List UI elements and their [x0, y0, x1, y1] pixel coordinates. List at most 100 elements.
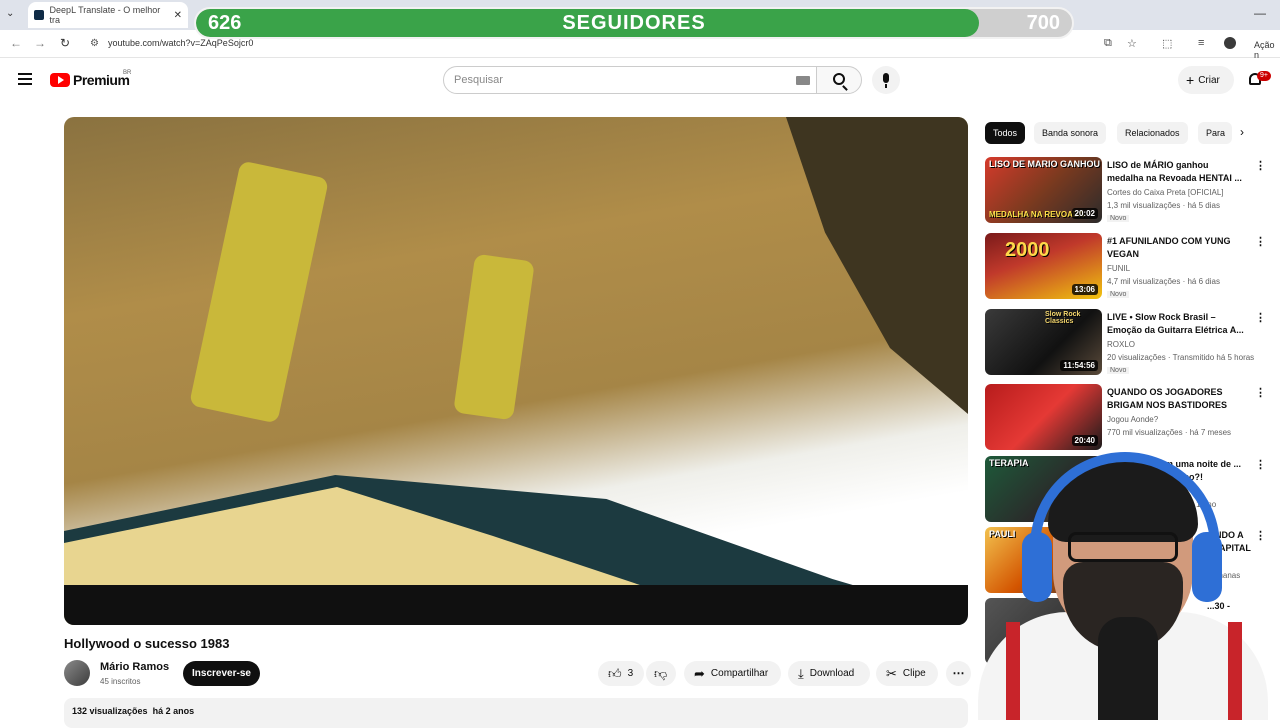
webcam-shirt-stripe: [1006, 622, 1020, 720]
video-frame-leg: [188, 160, 330, 424]
more-options-icon[interactable]: ⋮: [1255, 235, 1266, 248]
more-options-icon[interactable]: ⋮: [1255, 159, 1266, 172]
more-options-icon[interactable]: ⋮: [1255, 311, 1266, 324]
video-player[interactable]: [64, 117, 968, 625]
menu-icon[interactable]: [18, 73, 32, 85]
youtube-play-icon: [50, 73, 70, 87]
minimize-window-icon[interactable]: —: [1254, 6, 1266, 20]
scissors-icon: ✂: [886, 665, 897, 681]
chip-relacionados[interactable]: Relacionados: [1117, 122, 1188, 144]
video-title: Hollywood o sucesso 1983: [64, 636, 230, 651]
video-duration: 11:54:56: [1060, 360, 1098, 371]
search-input[interactable]: Pesquisar: [443, 66, 817, 94]
create-button[interactable]: + Criar: [1178, 66, 1234, 94]
voice-search-mic-icon[interactable]: [872, 66, 900, 94]
recommendation-meta: 1,3 mil visualizações · há 5 dias: [1107, 201, 1220, 210]
tab-search-icon[interactable]: ⌄: [6, 8, 14, 19]
video-duration: 13:06: [1071, 284, 1098, 295]
channel-name[interactable]: Mário Ramos: [100, 661, 169, 673]
channel-subscribers: 45 inscritos: [100, 677, 141, 686]
notifications-badge: 9+: [1257, 71, 1271, 81]
chrome-action-label[interactable]: Ação n: [1254, 40, 1280, 60]
chip-todos[interactable]: Todos: [985, 122, 1026, 144]
headphone-cup: [1022, 532, 1052, 602]
goal-current-count: 626: [208, 12, 242, 34]
thumbnail-text: MEDALHA NA REVOADA: [989, 210, 1085, 219]
youtube-premium-logo[interactable]: Premium: [50, 72, 130, 88]
channel-avatar[interactable]: [64, 660, 90, 686]
streamer-webcam: [958, 452, 1280, 720]
view-count: 132 visualizações: [72, 706, 148, 716]
extensions-icon[interactable]: ⬚: [1162, 37, 1172, 50]
thumbs-down-icon: 👎︎: [654, 665, 668, 681]
dislike-button[interactable]: 👎︎: [646, 661, 676, 686]
keyboard-icon[interactable]: [796, 76, 810, 85]
thumbnail-text: Slow Rock Classics: [1045, 311, 1081, 325]
recommendation-thumbnail[interactable]: 20:40: [985, 384, 1102, 450]
recommendation-item[interactable]: Slow Rock Classics 11:54:56 LIVE • Slow …: [985, 309, 1270, 377]
download-icon: ⤓: [798, 665, 804, 681]
webcam-shirt-stripe: [1228, 622, 1242, 720]
thumbs-up-icon: 👍︎: [608, 665, 622, 681]
search-button[interactable]: [816, 66, 862, 94]
browser-tab[interactable]: DeepL Translate - O melhor tra ✕: [28, 2, 188, 28]
headphone-cup: [1192, 532, 1222, 602]
goal-title: SEGUIDORES: [562, 12, 706, 34]
back-icon[interactable]: ←: [10, 36, 22, 50]
recommendation-item[interactable]: LISO DE MARIO GANHOU MEDALHA NA REVOADA …: [985, 157, 1270, 225]
logo-country-code: BR: [123, 70, 132, 76]
recommendation-title[interactable]: LIVE • Slow Rock Brasil – Emoção da Guit…: [1107, 311, 1247, 337]
url-field[interactable]: youtube.com/watch?v=ZAqPeSojcr0: [108, 38, 253, 48]
share-label: Compartilhar: [710, 668, 769, 679]
clip-button[interactable]: ✂ Clipe: [876, 661, 938, 686]
subscribe-button[interactable]: Inscrever-se: [183, 661, 260, 686]
chevron-right-icon[interactable]: ›: [1240, 125, 1244, 139]
search-placeholder: Pesquisar: [454, 74, 503, 86]
share-button[interactable]: ➦ Compartilhar: [684, 661, 781, 686]
upload-age: há 2 anos: [152, 706, 195, 716]
follower-goal-bar: SEGUIDORES 626 700: [194, 7, 1074, 39]
like-count: 3: [627, 668, 634, 679]
recommendation-item[interactable]: 2000 13:06 #1 AFUNILANDO COM YUNG VEGAN …: [985, 233, 1270, 301]
chip-para[interactable]: Para: [1198, 122, 1232, 144]
recommendation-thumbnail[interactable]: Slow Rock Classics 11:54:56: [985, 309, 1102, 375]
video-frame-rock: [786, 117, 968, 414]
new-badge: Novo: [1107, 367, 1130, 374]
video-description-box[interactable]: 132 visualizações há 2 anos: [64, 698, 968, 728]
recommendation-channel[interactable]: FUNIL: [1107, 264, 1130, 273]
recommendation-item[interactable]: 20:40 QUANDO OS JOGADORES BRIGAM NOS BAS…: [985, 384, 1270, 452]
bookmark-star-icon[interactable]: ☆: [1127, 37, 1137, 50]
recommendation-meta: 20 visualizações · Transmitido há 5 hora…: [1107, 353, 1255, 362]
create-label: Criar: [1198, 74, 1220, 86]
reload-icon[interactable]: ↻: [60, 36, 70, 50]
close-tab-icon[interactable]: ✕: [174, 10, 182, 21]
recommendation-channel[interactable]: Cortes do Caixa Preta [OFICIAL]: [1107, 188, 1224, 197]
goal-target-count: 700: [1026, 12, 1060, 34]
recommendation-channel[interactable]: ROXLO: [1107, 340, 1135, 349]
media-controls-icon[interactable]: ≡: [1198, 37, 1204, 49]
more-options-icon[interactable]: ⋮: [1255, 386, 1266, 399]
recommendation-channel[interactable]: Jogou Aonde?: [1107, 415, 1158, 424]
thumbnail-text: 2000: [1005, 239, 1050, 261]
recommendation-title[interactable]: #1 AFUNILANDO COM YUNG VEGAN: [1107, 235, 1247, 261]
recommendation-meta: 770 mil visualizações · há 7 meses: [1107, 428, 1232, 437]
recommendation-title[interactable]: LISO de MÁRIO ganhou medalha na Revoada …: [1107, 159, 1247, 185]
profile-avatar-icon[interactable]: [1224, 37, 1236, 49]
site-info-icon[interactable]: ⚙: [90, 38, 99, 49]
download-button[interactable]: ⤓ Download: [788, 661, 870, 686]
microphone-icon: [1098, 617, 1158, 720]
clip-label: Clipe: [902, 668, 926, 679]
video-duration: 20:40: [1071, 435, 1098, 446]
recommendation-title[interactable]: QUANDO OS JOGADORES BRIGAM NOS BASTIDORE…: [1107, 386, 1247, 412]
plus-icon: +: [1186, 72, 1195, 88]
search-icon: [833, 73, 845, 85]
recommendation-thumbnail[interactable]: LISO DE MARIO GANHOU MEDALHA NA REVOADA …: [985, 157, 1102, 223]
deepl-favicon-icon: [34, 10, 44, 20]
recommendation-thumbnail[interactable]: 2000 13:06: [985, 233, 1102, 299]
like-button[interactable]: 👍︎ 3: [598, 661, 644, 686]
new-badge: Novo: [1107, 291, 1130, 298]
install-app-icon[interactable]: ⧉: [1104, 37, 1112, 50]
video-duration: 20:02: [1071, 208, 1098, 219]
chip-banda-sonora[interactable]: Banda sonora: [1034, 122, 1107, 144]
forward-icon[interactable]: →: [34, 36, 46, 50]
